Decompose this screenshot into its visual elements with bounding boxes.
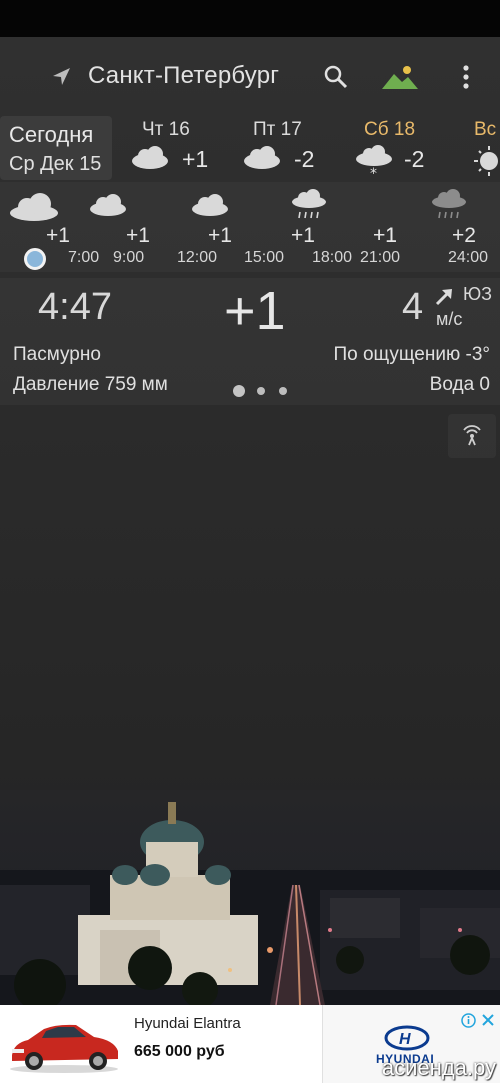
hour-time: 24:00 bbox=[448, 249, 489, 266]
ad-close-icon[interactable] bbox=[481, 1013, 495, 1027]
hour-item: +1 9:00 bbox=[80, 182, 160, 272]
hour-item: +1 12:00 bbox=[160, 182, 240, 272]
wind-direction-icon bbox=[435, 289, 452, 306]
svg-text:H: H bbox=[399, 1031, 411, 1048]
cloud-icon bbox=[132, 146, 168, 169]
photo-icon[interactable] bbox=[380, 62, 420, 92]
day-temp: -2 bbox=[404, 146, 425, 172]
cloud-icon bbox=[244, 146, 280, 169]
condition-text: Пасмурно bbox=[13, 344, 101, 365]
cloud-icon bbox=[192, 194, 228, 216]
hour-time: 9:00 bbox=[113, 249, 145, 266]
wind-speed: 4 bbox=[402, 286, 424, 328]
status-bar bbox=[0, 0, 500, 37]
day-item[interactable]: Вс bbox=[466, 114, 500, 182]
day-item[interactable]: Сб 18 * -2 bbox=[352, 114, 452, 182]
day-name: Чт 16 bbox=[142, 119, 190, 140]
hour-time: 21:00 bbox=[360, 249, 401, 266]
sun-icon bbox=[474, 146, 498, 176]
city-title[interactable]: Санкт-Петербург bbox=[88, 62, 279, 90]
ad-card[interactable]: Hyundai Elantra 665 000 руб bbox=[0, 1005, 323, 1083]
day-temp: -2 bbox=[294, 146, 315, 172]
cloud-snow-icon: * bbox=[356, 145, 392, 180]
hyundai-logo-icon: H bbox=[384, 1025, 430, 1051]
ad-title: Hyundai Elantra bbox=[134, 1015, 241, 1032]
hour-temp: +1 bbox=[46, 224, 70, 247]
hour-time: 15:00 bbox=[244, 249, 285, 266]
current-conditions-panel[interactable]: 4:47 +1 4 ЮЗ м/с Пасмурно По ощущению -3… bbox=[0, 278, 500, 405]
current-temperature: +1 bbox=[224, 281, 286, 341]
wind-direction: ЮЗ bbox=[463, 284, 493, 304]
hour-item: +1 15:00 bbox=[240, 182, 326, 272]
hour-temp: +2 bbox=[452, 224, 476, 247]
hour-temp: +1 bbox=[208, 224, 232, 247]
car-image bbox=[10, 1024, 118, 1073]
pressure: Давление 759 мм bbox=[13, 374, 168, 395]
hour-temp: +1 bbox=[126, 224, 150, 247]
hour-time: 18:00 bbox=[312, 249, 353, 266]
ad-info-icon[interactable] bbox=[461, 1013, 476, 1028]
today-label: Сегодня bbox=[9, 122, 94, 147]
page-dot bbox=[257, 387, 265, 395]
ad-price: 665 000 руб bbox=[134, 1043, 225, 1060]
day-item[interactable]: Чт 16 +1 bbox=[128, 114, 228, 182]
day-item[interactable]: Пт 17 -2 bbox=[240, 114, 340, 182]
day-name: Сб 18 bbox=[364, 119, 416, 140]
day-name: Вс bbox=[474, 119, 497, 140]
radar-button[interactable] bbox=[448, 414, 496, 458]
day-today[interactable]: Сегодня Ср Дек 15 bbox=[0, 116, 112, 180]
today-date: Ср Дек 15 bbox=[9, 153, 102, 175]
radar-icon bbox=[463, 425, 481, 446]
svg-text:*: * bbox=[370, 166, 377, 180]
hour-item: +2 24:00 bbox=[430, 182, 500, 272]
page-dot bbox=[279, 387, 287, 395]
day-temp: +1 bbox=[182, 146, 209, 172]
feels-like: По ощущению -3° bbox=[333, 344, 490, 365]
search-icon[interactable] bbox=[322, 63, 350, 91]
page-dot-active bbox=[233, 385, 245, 397]
page-indicator bbox=[233, 385, 293, 397]
location-arrow-icon[interactable] bbox=[50, 66, 72, 88]
ad-banner[interactable]: Hyundai Elantra 665 000 руб H HYUNDAI ас… bbox=[0, 1005, 500, 1083]
watermark: асиенда.ру bbox=[381, 1055, 496, 1080]
current-time: 4:47 bbox=[38, 286, 112, 328]
water-temperature: Вода 0 bbox=[429, 374, 490, 395]
hour-temp: +1 bbox=[373, 224, 397, 247]
more-vert-icon[interactable] bbox=[456, 64, 476, 92]
hourly-forecast-strip[interactable]: +1 7:00 +1 9:00 +1 12:00 +1 15:00 +1 18:… bbox=[0, 182, 500, 272]
city-background-image bbox=[0, 790, 500, 1005]
current-time-marker bbox=[24, 248, 46, 270]
toolbar: Санкт-Петербург bbox=[0, 52, 500, 102]
daily-forecast-strip: Сегодня Ср Дек 15 Чт 16 +1 Пт 17 -2 Сб 1… bbox=[0, 114, 500, 182]
hour-temp: +1 bbox=[291, 224, 315, 247]
cloud-icon bbox=[10, 193, 58, 221]
wind-unit: м/с bbox=[436, 309, 463, 329]
hour-time: 12:00 bbox=[177, 249, 218, 266]
cloud-icon bbox=[90, 194, 126, 216]
day-name: Пт 17 bbox=[253, 119, 302, 140]
